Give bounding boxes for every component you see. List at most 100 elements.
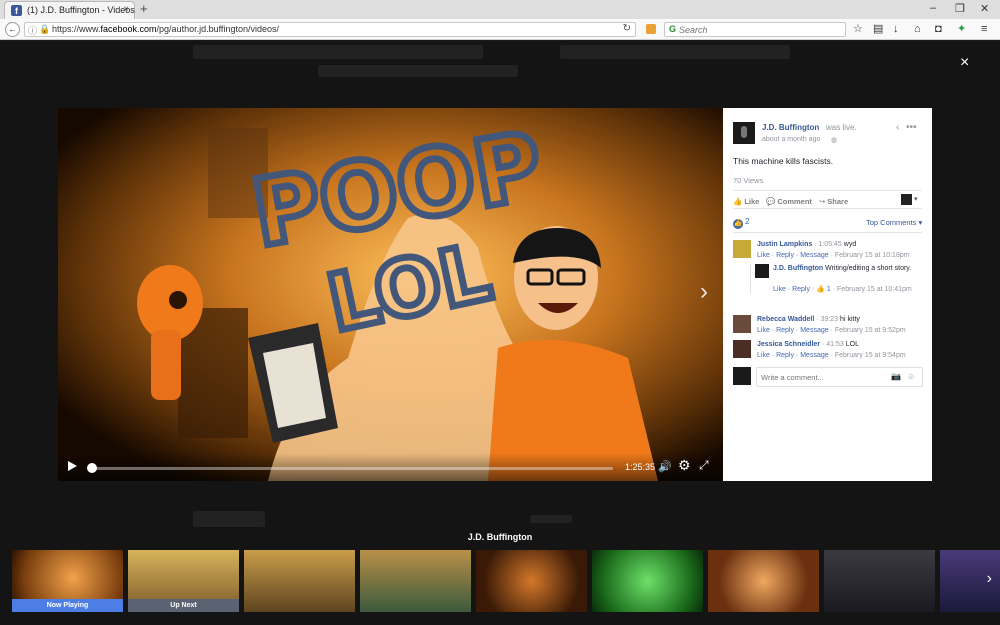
video-duration: 1:25:35 [625, 462, 656, 472]
comment-actions: Like · Reply · Message · February 15 at … [757, 352, 906, 359]
back-arrow-icon[interactable]: ← [5, 22, 20, 37]
backdrop-header [318, 65, 518, 77]
addon-icon[interactable]: ✦ [957, 22, 966, 36]
backdrop-nav [560, 45, 790, 59]
view-count: 70 Views [733, 176, 764, 185]
browser-tab[interactable]: f (1) J.D. Buffington - Videos × [4, 1, 135, 19]
comment-like-link[interactable]: Like [757, 352, 770, 359]
post-details-panel: J.D. Buffington was live. about a month … [723, 108, 932, 481]
info-icon[interactable]: ⓘ [28, 24, 37, 37]
comment-input-box[interactable]: 📷 ☺ [756, 367, 923, 387]
comment-button[interactable]: 💬 Comment [766, 197, 812, 206]
video-thumbnail[interactable]: › [940, 550, 1000, 612]
backdrop-search [193, 45, 483, 59]
comment-actions: Like · Reply · Message · February 15 at … [757, 252, 910, 259]
hamburger-menu-icon[interactable]: ≡ [981, 22, 987, 36]
facebook-favicon-icon: f [11, 5, 22, 16]
comment-message-link[interactable]: Message [800, 327, 828, 334]
thumbs-up-icon: 👍 [733, 197, 743, 206]
comment-like-link[interactable]: Like [757, 252, 770, 259]
reply-avatar[interactable] [755, 264, 769, 278]
emoji-icon[interactable]: ☺ [907, 372, 915, 381]
play-icon[interactable] [68, 461, 77, 471]
like-button[interactable]: 👍 Like [733, 197, 759, 206]
download-icon[interactable]: ↓ [893, 22, 899, 36]
search-engine-icon[interactable]: G [669, 24, 676, 34]
comment-reply-link[interactable]: Reply [776, 252, 794, 259]
fullscreen-icon[interactable]: ⤢ [699, 459, 709, 471]
seek-handle[interactable] [87, 463, 97, 473]
post-as-avatar[interactable] [901, 194, 912, 205]
comment-text: Rebecca Waddell · 39:23 hi kitty [757, 316, 860, 323]
video-thumbnail[interactable] [708, 550, 819, 612]
comment-input[interactable] [761, 372, 881, 383]
tab-close-icon[interactable]: × [123, 4, 129, 15]
address-bar[interactable]: ⓘ 🔒 https://www.facebook.com/pg/author.j… [24, 22, 636, 37]
post-timestamp[interactable]: about a month ago [762, 136, 820, 143]
bookmark-star-icon[interactable]: ☆ [853, 22, 863, 36]
comment-message-link[interactable]: Message [800, 252, 828, 259]
commenter-avatar[interactable] [733, 240, 751, 258]
strip-next-arrow-icon[interactable]: › [987, 570, 992, 588]
divider [733, 232, 922, 233]
home-icon[interactable]: ⌂ [914, 22, 921, 36]
divider [733, 208, 922, 209]
video-frame: POOP LOL [58, 108, 723, 481]
video-thumbnail[interactable] [476, 550, 587, 612]
strip-title: J.D. Buffington [467, 532, 533, 542]
commenter-avatar[interactable] [733, 315, 751, 333]
window-close-icon[interactable]: ✕ [980, 2, 989, 15]
like-count[interactable]: 👍 2 [733, 217, 749, 229]
reading-list-icon[interactable]: ▤ [873, 22, 883, 36]
video-player[interactable]: POOP LOL › 1:25:35 🔊 ⚙ ⤢ [58, 108, 723, 481]
post-author-name[interactable]: J.D. Buffington [762, 123, 819, 132]
reply-like-link[interactable]: Like [773, 286, 786, 293]
reload-icon[interactable]: ↻ [623, 23, 631, 34]
comment-text: Justin Lampkins · 1:05:45 wyd [757, 241, 857, 248]
reply-actions: Like · Reply · 👍 1 · February 15 at 10:4… [773, 286, 912, 293]
video-thumbnail[interactable]: Now Playing [12, 550, 123, 612]
settings-gear-icon[interactable]: ⚙ [678, 458, 691, 472]
more-options-icon[interactable]: ••• [906, 122, 917, 133]
video-thumbnail[interactable]: Up Next [128, 550, 239, 612]
minimize-icon[interactable]: – [930, 2, 936, 14]
comment-reply-link[interactable]: Reply [776, 352, 794, 359]
restore-icon[interactable]: ❐ [955, 2, 965, 15]
extension-icon[interactable] [646, 24, 656, 34]
privacy-globe-icon: ◍ [831, 137, 838, 144]
pocket-icon[interactable]: ◘ [935, 22, 942, 36]
next-video-arrow-icon[interactable]: › [700, 280, 708, 304]
volume-icon[interactable]: 🔊 [658, 460, 672, 473]
comment-reply-link[interactable]: Reply [776, 327, 794, 334]
search-input[interactable] [679, 24, 839, 35]
search-box[interactable]: G [664, 22, 846, 37]
share-button[interactable]: ↪ Share [819, 197, 848, 206]
camera-icon[interactable]: 📷 [891, 372, 901, 381]
tab-title: (1) J.D. Buffington - Videos [27, 5, 135, 15]
video-thumbnail[interactable] [592, 550, 703, 612]
reply-reply-link[interactable]: Reply [792, 286, 810, 293]
backdrop-link [530, 515, 572, 523]
video-thumbnail[interactable] [244, 550, 355, 612]
backdrop-button [193, 511, 265, 527]
commenter-avatar[interactable] [733, 340, 751, 358]
post-status-text: This machine kills fascists. [733, 156, 834, 166]
url-text: https://www.facebook.com/pg/author.jd.bu… [52, 24, 279, 34]
seek-bar[interactable] [91, 467, 613, 470]
video-thumbnail[interactable] [824, 550, 935, 612]
new-tab-button[interactable]: + [140, 2, 148, 16]
video-thumbnail[interactable] [360, 550, 471, 612]
author-avatar[interactable] [733, 122, 755, 144]
video-thumbnail-strip: Now Playing Up Next › [12, 550, 1000, 612]
collapse-chevron-icon[interactable]: ‹ [896, 122, 899, 133]
chevron-down-icon[interactable]: ▾ [914, 195, 918, 203]
top-comments-dropdown[interactable]: Top Comments ▾ [866, 218, 922, 227]
now-playing-label: Now Playing [12, 599, 123, 612]
reaction-count[interactable]: 👍 1 [816, 286, 831, 293]
comment-message-link[interactable]: Message [800, 352, 828, 359]
lock-icon: 🔒 [39, 24, 51, 34]
comment-like-link[interactable]: Like [757, 327, 770, 334]
video-controls: 1:25:35 🔊 ⚙ ⤢ [58, 453, 723, 481]
browser-tab-bar: f (1) J.D. Buffington - Videos × + – ❐ ✕ [0, 0, 1000, 19]
close-viewer-icon[interactable]: × [960, 55, 969, 71]
